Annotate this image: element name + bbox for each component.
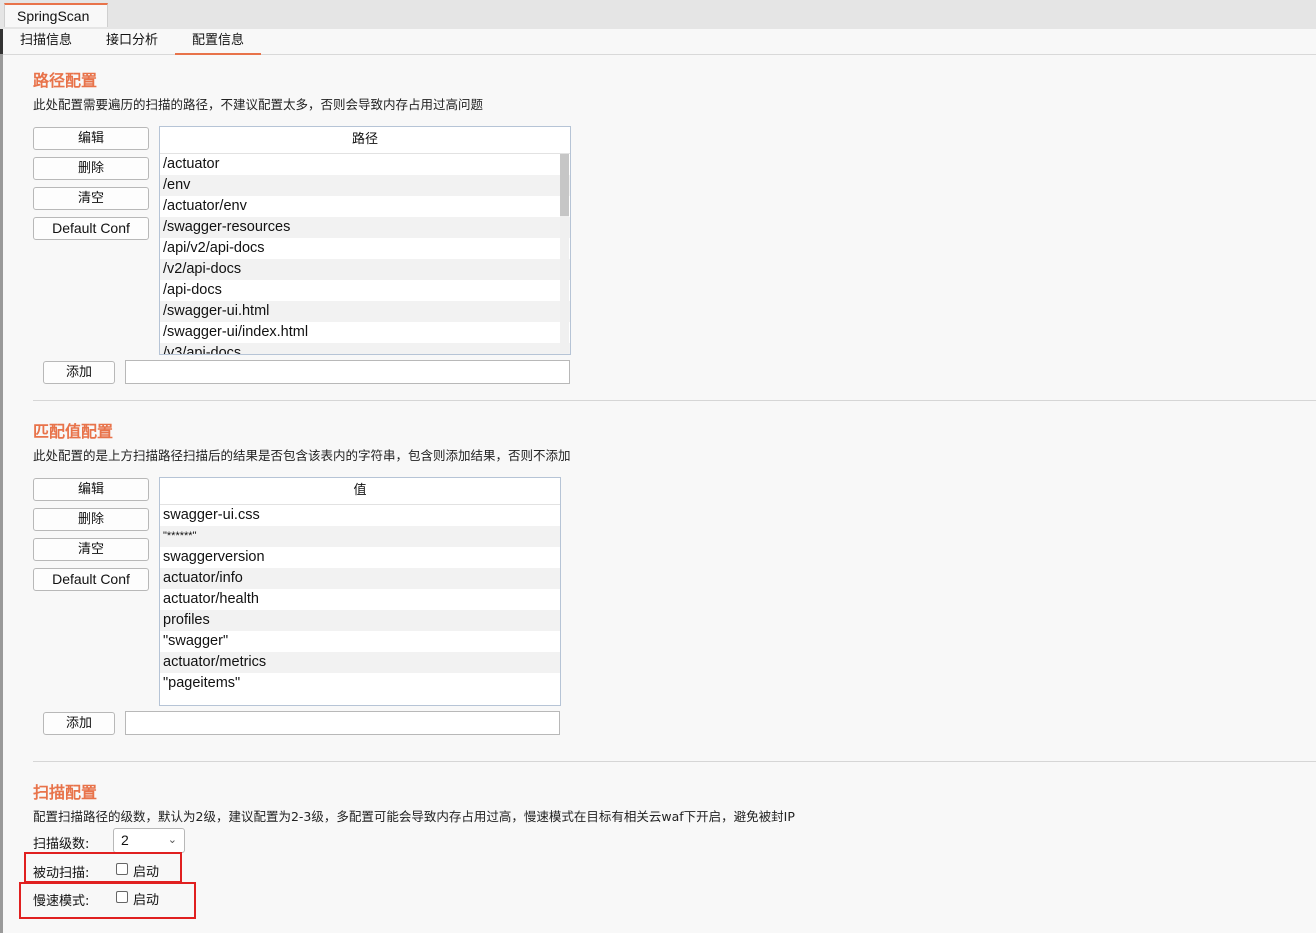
scan-level-label: 扫描级数:: [33, 837, 90, 852]
table-row[interactable]: /swagger-ui.html: [160, 301, 570, 322]
table-row[interactable]: /swagger-resources: [160, 217, 570, 238]
table-row[interactable]: actuator/info: [160, 568, 560, 589]
tab-api-analysis[interactable]: 接口分析: [96, 29, 168, 53]
match-delete-button[interactable]: 删除: [33, 508, 149, 531]
tab-config-info[interactable]: 配置信息: [175, 29, 261, 55]
table-row[interactable]: swagger-ui.css: [160, 505, 560, 526]
path-config-description: 此处配置需要遍历的扫描的路径，不建议配置太多，否则会导致内存占用过高问题: [33, 97, 484, 112]
path-table-scrollbar[interactable]: [560, 154, 569, 353]
table-row[interactable]: actuator/health: [160, 589, 560, 610]
sub-tab-bar: 扫描信息 接口分析 配置信息: [0, 29, 1316, 55]
table-row[interactable]: /actuator/env: [160, 196, 570, 217]
section-divider: [33, 400, 1316, 401]
path-config-title: 路径配置: [33, 71, 98, 90]
highlight-box-passive: [24, 852, 182, 883]
table-row[interactable]: profiles: [160, 610, 560, 631]
match-add-input[interactable]: [125, 711, 560, 735]
match-config-description: 此处配置的是上方扫描路径扫描后的结果是否包含该表内的字符串，包含则添加结果，否则…: [33, 448, 571, 463]
table-row[interactable]: swaggerversion: [160, 547, 560, 568]
table-row[interactable]: /actuator: [160, 154, 570, 175]
path-table: 路径 /actuator /env /actuator/env /swagger…: [159, 126, 571, 355]
match-add-button[interactable]: 添加: [43, 712, 115, 735]
top-tab-bar: SpringScan: [0, 0, 1316, 30]
match-table: 值 swagger-ui.css "******" swaggerversion…: [159, 477, 561, 706]
scrollbar-thumb[interactable]: [560, 154, 569, 216]
path-table-header: 路径: [160, 127, 570, 154]
table-row[interactable]: /env: [160, 175, 570, 196]
highlight-box-slow: [19, 882, 196, 919]
path-default-conf-button[interactable]: Default Conf: [33, 217, 149, 240]
table-row[interactable]: /v2/api-docs: [160, 259, 570, 280]
scan-config-title: 扫描配置: [33, 783, 98, 802]
path-add-button[interactable]: 添加: [43, 361, 115, 384]
path-edit-button[interactable]: 编辑: [33, 127, 149, 150]
table-row[interactable]: "pageitems": [160, 673, 560, 694]
match-clear-button[interactable]: 清空: [33, 538, 149, 561]
path-add-input[interactable]: [125, 360, 570, 384]
path-delete-button[interactable]: 删除: [33, 157, 149, 180]
table-row[interactable]: "******": [160, 526, 560, 547]
tab-springscan[interactable]: SpringScan: [4, 3, 108, 27]
tab-scan-info[interactable]: 扫描信息: [10, 29, 82, 53]
table-row[interactable]: "swagger": [160, 631, 560, 652]
scan-config-description: 配置扫描路径的级数，默认为2级，建议配置为2-3级，多配置可能会导致内存占用过高…: [33, 809, 795, 824]
table-row[interactable]: actuator/metrics: [160, 652, 560, 673]
match-config-title: 匹配值配置: [33, 422, 114, 441]
table-row[interactable]: /swagger-ui/index.html: [160, 322, 570, 343]
table-row[interactable]: /v3/api-docs: [160, 343, 570, 354]
chevron-down-icon: ⌄: [167, 833, 177, 846]
path-clear-button[interactable]: 清空: [33, 187, 149, 210]
match-default-conf-button[interactable]: Default Conf: [33, 568, 149, 591]
match-edit-button[interactable]: 编辑: [33, 478, 149, 501]
table-row[interactable]: /api/v2/api-docs: [160, 238, 570, 259]
window-edge-lower: [0, 54, 3, 933]
section-divider: [33, 761, 1316, 762]
match-table-header: 值: [160, 478, 560, 505]
table-row[interactable]: /api-docs: [160, 280, 570, 301]
scan-level-select[interactable]: 2 ⌄: [113, 828, 185, 853]
scan-level-value: 2: [121, 832, 129, 848]
